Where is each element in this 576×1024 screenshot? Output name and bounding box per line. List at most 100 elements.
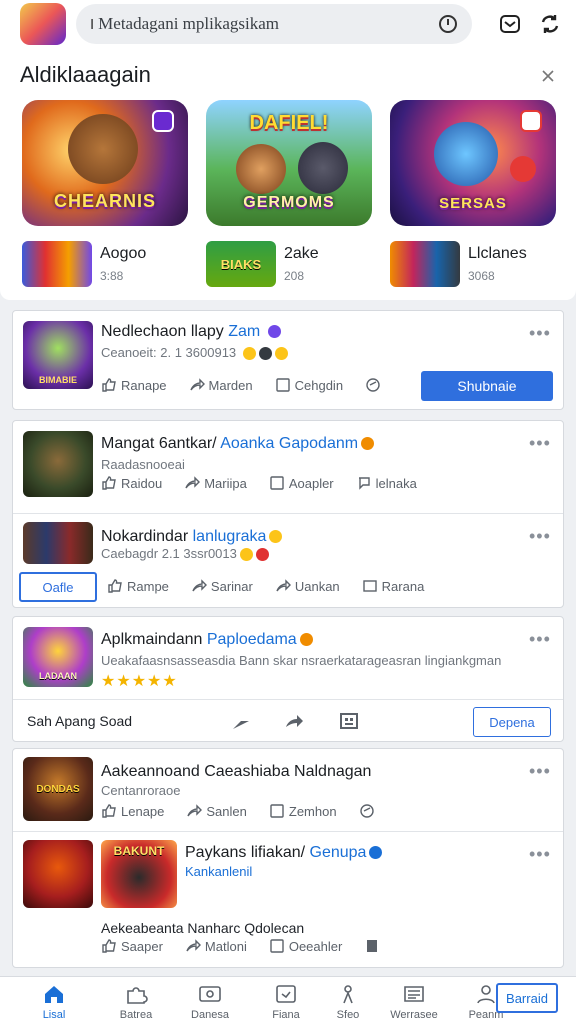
divider <box>13 699 563 700</box>
search-input[interactable]: Metadagani mplikagsikam <box>98 14 438 34</box>
post-thumbnail[interactable]: LADAAN <box>23 627 93 687</box>
forward-icon[interactable] <box>283 711 305 731</box>
share-icon <box>186 939 201 952</box>
nav-home[interactable]: Lisal <box>24 983 84 1021</box>
share-action[interactable]: Sanlen <box>186 803 247 819</box>
like-action[interactable]: Saaper <box>101 938 163 954</box>
post-caption: Aekeabeanta Nanharc Qdolecan <box>101 920 305 936</box>
featured-card-banner: SERSAS <box>439 195 507 212</box>
rating-stars: ★★★★★ <box>101 673 178 690</box>
collapse-icon[interactable] <box>540 68 556 84</box>
nav-video[interactable]: Danesa <box>180 983 240 1021</box>
post-title[interactable]: Aakeannoand Caeashiaba Naldnagan <box>101 763 371 781</box>
grid-icon[interactable] <box>339 711 359 731</box>
post-title[interactable]: Nedlechaon llapy Zam <box>101 323 281 341</box>
featured-card-banner: GERMOMS <box>243 194 335 211</box>
nav-action-button[interactable]: Barraid <box>496 983 558 1013</box>
comment-action[interactable]: Zemhon <box>269 803 337 819</box>
save-action[interactable]: Rarana <box>362 578 424 594</box>
comment-icon <box>275 378 290 392</box>
post-subtitle: Kankanlenil <box>185 864 253 879</box>
nav-games[interactable]: Batrea <box>106 983 166 1021</box>
nav-news[interactable]: Werrasee <box>384 983 444 1021</box>
post-title[interactable]: Mangat 6antkar/ Aoanka Gapodanm <box>101 435 375 453</box>
comment-action[interactable]: Oeeahler <box>269 938 342 954</box>
home-icon <box>45 986 63 1003</box>
timer-icon[interactable] <box>438 14 458 34</box>
inbox-icon[interactable] <box>498 12 522 36</box>
featured-item-3[interactable]: Llclanes 3068 <box>390 240 527 288</box>
feed-card: Mangat 6antkar/ Aoanka Gapodanm Raadasno… <box>12 420 564 608</box>
emoji-icon <box>242 347 256 361</box>
refresh-icon[interactable] <box>538 12 562 36</box>
heart-icon <box>510 156 536 182</box>
like-action[interactable]: Rampe <box>107 578 169 594</box>
character-art <box>434 122 498 186</box>
post-actions: Ranape Marden Cehgdin <box>101 377 381 393</box>
sync-icon[interactable] <box>365 377 381 393</box>
featured-section: Aldiklaaagain CHEARNIS DAFIEL! GERMOMS S… <box>0 48 576 332</box>
post-thumbnail[interactable] <box>23 840 93 908</box>
featured-card-heading: DAFIEL! <box>249 112 329 134</box>
comment-action[interactable]: Aoapler <box>269 475 334 491</box>
bookmark-icon[interactable] <box>364 938 380 954</box>
featured-item-1[interactable]: Aogoo 3:88 <box>22 240 146 288</box>
share-action[interactable]: Sarinar <box>191 578 253 594</box>
featured-card-1[interactable]: CHEARNIS <box>22 100 188 226</box>
post-image[interactable]: BAKUNT <box>101 840 177 908</box>
share-action[interactable]: Mariipa <box>184 475 247 491</box>
date-button[interactable]: Oafle <box>19 572 97 602</box>
gallery-icon <box>276 985 296 1003</box>
post-thumbnail[interactable] <box>23 431 93 497</box>
more-options-icon[interactable]: ••• <box>529 526 551 547</box>
item-name: Llclanes <box>468 245 527 262</box>
thumbs-up-icon <box>108 579 122 593</box>
item-meta: 3068 <box>468 269 495 283</box>
feed-card: BIMABIE Nedlechaon llapy Zam Ceanoeit: 2… <box>12 310 564 410</box>
open-button[interactable]: Depena <box>473 707 551 737</box>
post-title[interactable]: Paykans lifiakan/ Genupa <box>185 844 383 862</box>
subscribe-button[interactable]: Shubnaie <box>421 371 553 401</box>
character-art <box>298 142 348 194</box>
post-item: Nokardindar lanlugraka Caebagdr 2.1 3ssr… <box>13 514 563 608</box>
app-avatar[interactable] <box>20 3 66 45</box>
post-title[interactable]: Aplkmaindann Paploedama <box>101 631 313 649</box>
item-meta: 3:88 <box>100 269 124 283</box>
nav-gallery[interactable]: Fiana <box>256 983 316 1021</box>
thumb-text: LADAAN <box>39 671 77 681</box>
more-options-icon[interactable]: ••• <box>529 433 551 454</box>
emoji-icon <box>239 548 253 562</box>
forward-action[interactable]: Uankan <box>275 578 340 594</box>
more-options-icon[interactable]: ••• <box>529 844 551 865</box>
share-action[interactable]: Matloni <box>185 938 247 954</box>
like-action[interactable]: Lenape <box>101 803 164 819</box>
search-bar[interactable]: I Metadagani mplikagsikam <box>76 4 472 44</box>
more-options-icon[interactable]: ••• <box>529 761 551 782</box>
share-action[interactable]: Marden <box>189 377 253 393</box>
thumbs-up-icon <box>102 476 116 490</box>
post-title[interactable]: Nokardindar lanlugraka <box>101 528 283 546</box>
thumb-text: DONDAS <box>36 783 80 795</box>
character-art <box>236 144 286 194</box>
more-options-icon[interactable]: ••• <box>529 323 551 344</box>
sync-icon[interactable] <box>359 803 375 819</box>
like-action[interactable]: Ranape <box>101 377 167 393</box>
video-icon <box>199 986 221 1002</box>
featured-card-3[interactable]: SERSAS <box>390 100 556 226</box>
nav-stats[interactable]: Sfeo <box>318 983 378 1021</box>
comment-action[interactable]: Cehgdin <box>275 377 343 393</box>
item-thumbnail: BIAKS <box>206 241 276 287</box>
footer-label: Sah Apang Soad <box>27 713 133 729</box>
post-thumbnail[interactable] <box>23 522 93 564</box>
emoji-icon <box>361 437 375 451</box>
emoji-icon <box>299 633 313 647</box>
post-thumbnail[interactable]: DONDAS <box>23 757 93 821</box>
featured-card-2[interactable]: DAFIEL! GERMOMS <box>206 100 372 226</box>
share-icon <box>192 579 207 592</box>
like-action[interactable]: Raidou <box>101 475 162 491</box>
featured-item-2[interactable]: BIAKS 2ake 208 <box>206 240 319 288</box>
repost-action[interactable]: lelnaka <box>356 475 417 491</box>
send-icon[interactable] <box>231 711 251 731</box>
post-thumbnail[interactable]: BIMABIE <box>23 321 93 389</box>
more-options-icon[interactable]: ••• <box>529 629 551 650</box>
